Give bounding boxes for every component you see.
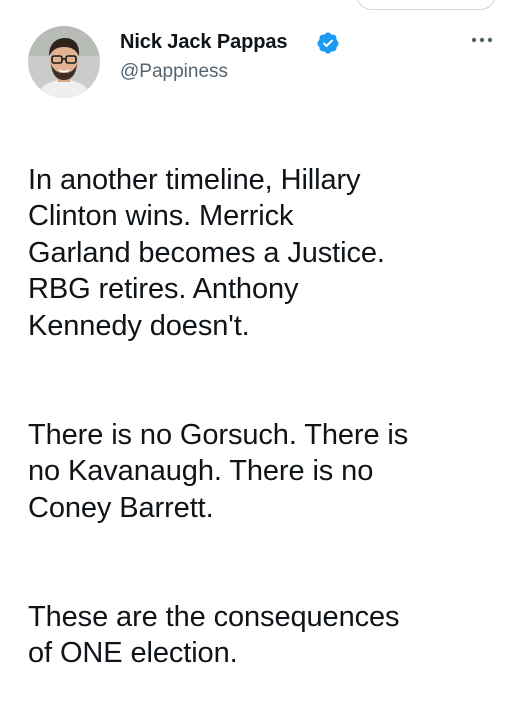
- tweet-paragraph: These are the consequences of ONE electi…: [28, 600, 400, 670]
- tweet-text: In another timeline, Hillary Clinton win…: [28, 125, 508, 708]
- author-name[interactable]: Nick Jack Pappas: [120, 31, 288, 54]
- avatar[interactable]: [28, 26, 100, 98]
- tweet-paragraph: There is no Gorsuch. There is no Kavanau…: [28, 418, 409, 524]
- tweet: Nick Jack Pappas @Pappiness In another t…: [0, 0, 526, 675]
- verified-badge-icon: [317, 32, 339, 54]
- tweet-paragraph: In another timeline, Hillary Clinton win…: [28, 163, 385, 342]
- avatar-image: [28, 26, 100, 98]
- author-handle[interactable]: @Pappiness: [120, 61, 228, 83]
- more-options-icon[interactable]: [468, 30, 496, 50]
